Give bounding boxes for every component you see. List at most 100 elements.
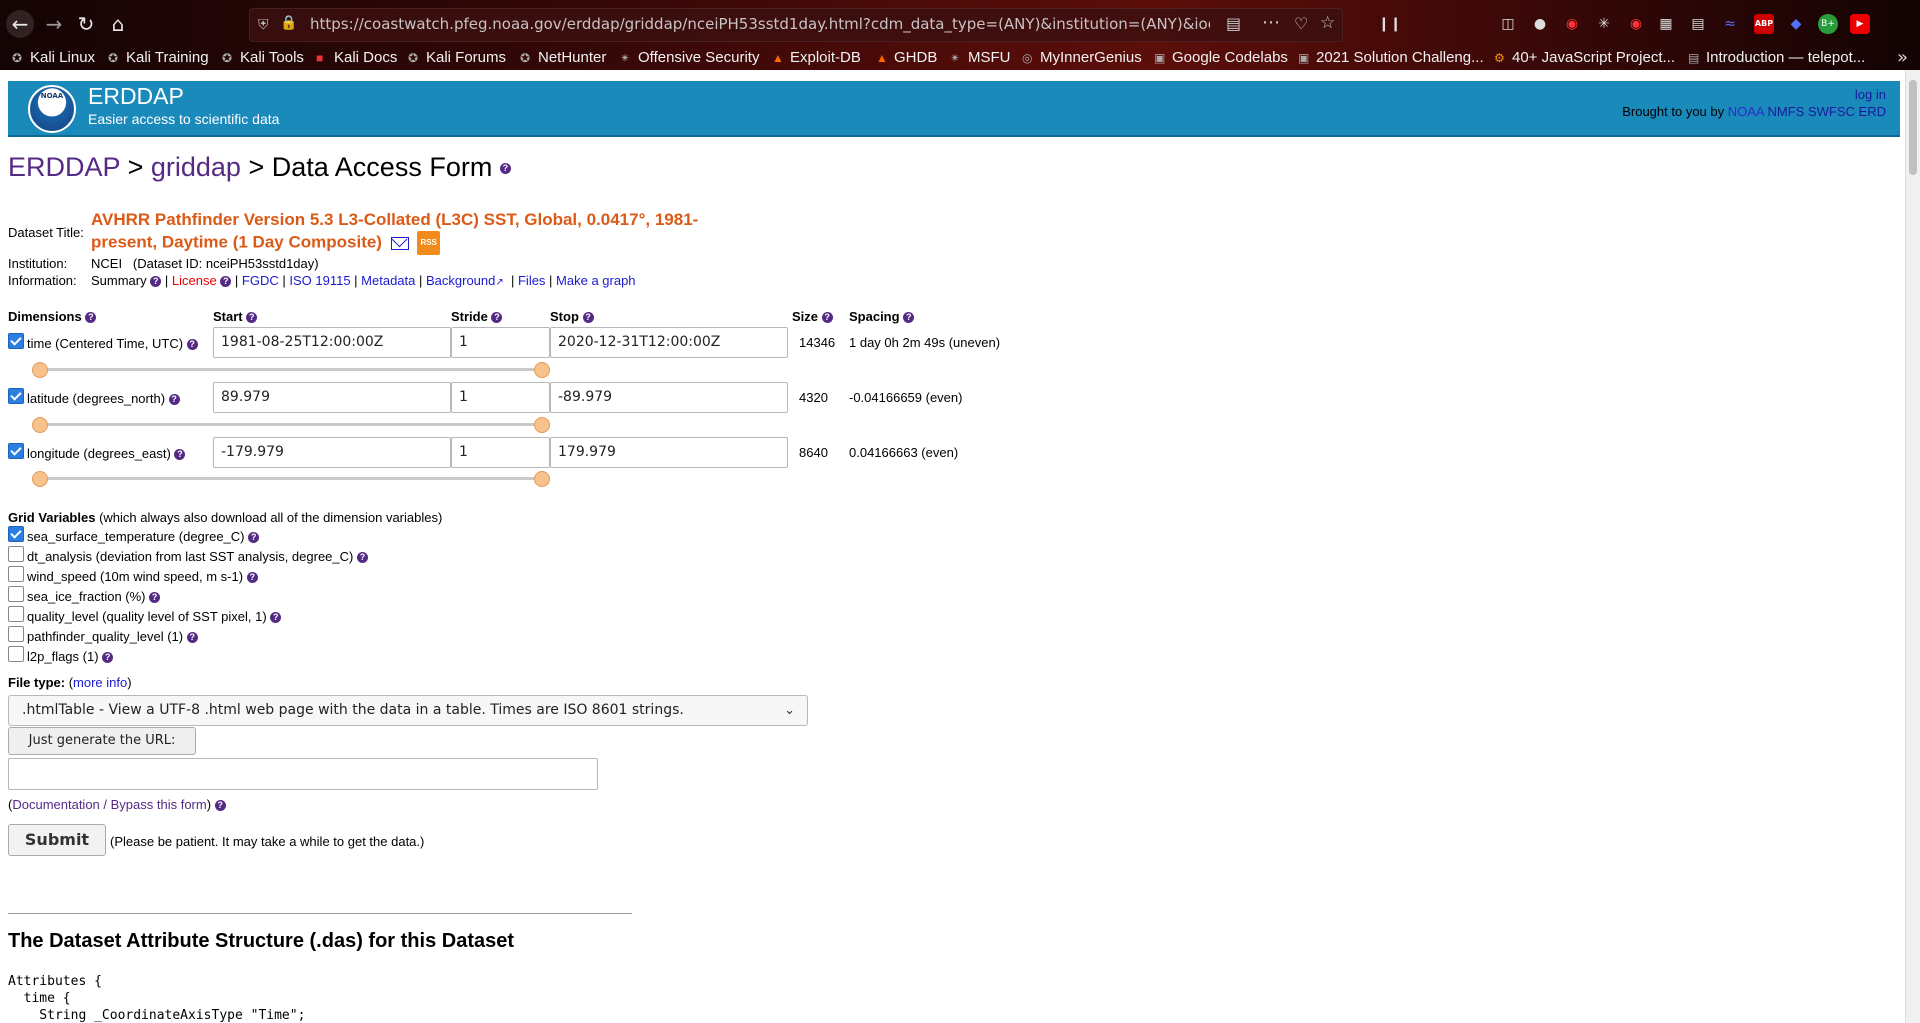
time-start-input[interactable]: 1981-08-25T12:00:00Z bbox=[213, 327, 451, 358]
bookmark-item[interactable]: ✪ NetHunter bbox=[520, 49, 606, 66]
help-icon[interactable]: ? bbox=[102, 652, 114, 664]
help-icon[interactable]: ? bbox=[821, 312, 833, 324]
pocket-icon[interactable]: ♡ bbox=[1294, 14, 1308, 33]
noaa-link[interactable]: NOAA bbox=[1728, 104, 1764, 119]
extension-wave-icon[interactable]: ≈ bbox=[1720, 14, 1740, 34]
bookmarks-overflow-icon[interactable]: » bbox=[1897, 47, 1908, 68]
bookmark-item[interactable]: ▲ Exploit-DB bbox=[772, 49, 861, 66]
bookmark-item[interactable]: ▲ GHDB bbox=[876, 49, 937, 66]
help-icon[interactable]: ? bbox=[246, 572, 258, 584]
help-icon[interactable]: ? bbox=[214, 800, 226, 812]
address-bar[interactable]: ⛨ 🔒 https://coastwatch.pfeg.noaa.gov/erd… bbox=[249, 8, 1343, 42]
help-icon[interactable]: ? bbox=[246, 312, 258, 324]
erd-link[interactable]: ERD bbox=[1859, 104, 1886, 119]
time-stride-input[interactable]: 1 bbox=[451, 327, 550, 358]
url-text[interactable]: https://coastwatch.pfeg.noaa.gov/erddap/… bbox=[310, 15, 1210, 33]
latitude-slider-stop-handle[interactable] bbox=[534, 417, 550, 433]
extension-image-icon[interactable]: ▤ bbox=[1688, 14, 1708, 34]
help-icon[interactable]: ? bbox=[220, 276, 232, 288]
help-icon[interactable]: ? bbox=[174, 449, 186, 461]
latitude-range-slider[interactable] bbox=[32, 417, 550, 433]
metadata-link[interactable]: Metadata bbox=[361, 273, 415, 288]
help-icon[interactable]: ? bbox=[168, 394, 180, 406]
longitude-start-input[interactable]: -179.979 bbox=[213, 437, 451, 468]
file-type-select[interactable]: .htmlTable - View a UTF-8 .html web page… bbox=[8, 695, 808, 726]
longitude-slider-stop-handle[interactable] bbox=[534, 471, 550, 487]
gridvar-checkbox[interactable] bbox=[8, 586, 24, 602]
extension-diamond-icon[interactable]: ◆ bbox=[1786, 14, 1806, 34]
help-icon[interactable]: ? bbox=[248, 532, 260, 544]
latitude-stride-input[interactable]: 1 bbox=[451, 382, 550, 413]
time-range-slider[interactable] bbox=[32, 362, 550, 378]
extension-record-icon[interactable]: ◉ bbox=[1626, 14, 1646, 34]
gridvar-checkbox[interactable] bbox=[8, 646, 24, 662]
gridvar-checkbox[interactable] bbox=[8, 526, 24, 542]
submit-button[interactable]: Submit bbox=[8, 824, 106, 856]
back-arrow-icon[interactable]: ← bbox=[6, 10, 34, 38]
gridvar-checkbox[interactable] bbox=[8, 606, 24, 622]
files-link[interactable]: Files bbox=[518, 273, 545, 288]
time-checkbox[interactable] bbox=[8, 333, 24, 349]
bookmark-item[interactable]: ⚙ 40+ JavaScript Project... bbox=[1494, 49, 1675, 66]
adblock-icon[interactable]: ABP bbox=[1754, 14, 1774, 34]
background-link[interactable]: Background bbox=[426, 273, 495, 288]
bookmark-item[interactable]: ✪ Kali Forums bbox=[408, 49, 506, 66]
home-icon[interactable]: ⌂ bbox=[104, 10, 132, 38]
help-icon[interactable]: ? bbox=[491, 312, 503, 324]
more-info-link[interactable]: more info bbox=[73, 675, 127, 690]
documentation-link[interactable]: Documentation / Bypass this form bbox=[12, 797, 206, 812]
help-icon[interactable]: ? bbox=[270, 612, 282, 624]
latitude-slider-start-handle[interactable] bbox=[32, 417, 48, 433]
latitude-stop-input[interactable]: -89.979 bbox=[550, 382, 788, 413]
help-icon[interactable]: ? bbox=[582, 312, 594, 324]
time-stop-input[interactable]: 2020-12-31T12:00:00Z bbox=[550, 327, 788, 358]
fgdc-link[interactable]: FGDC bbox=[242, 273, 279, 288]
latitude-start-input[interactable]: 89.979 bbox=[213, 382, 451, 413]
gridvar-checkbox[interactable] bbox=[8, 546, 24, 562]
bookmark-item[interactable]: ■ Kali Docs bbox=[316, 49, 397, 66]
longitude-range-slider[interactable] bbox=[32, 471, 550, 487]
help-icon[interactable]: ? bbox=[150, 276, 162, 288]
time-slider-stop-handle[interactable] bbox=[534, 362, 550, 378]
longitude-slider-start-handle[interactable] bbox=[32, 471, 48, 487]
bookmark-item[interactable]: ✪ Kali Linux bbox=[12, 49, 95, 66]
bookmark-item[interactable]: ✪ Kali Tools bbox=[222, 49, 304, 66]
latitude-checkbox[interactable] bbox=[8, 388, 24, 404]
help-icon[interactable]: ? bbox=[186, 632, 198, 644]
help-icon[interactable]: ? bbox=[149, 592, 161, 604]
breadcrumb-griddap[interactable]: griddap bbox=[151, 152, 241, 182]
gridvar-checkbox[interactable] bbox=[8, 566, 24, 582]
noaa-logo[interactable]: NOAA bbox=[28, 85, 76, 133]
extension-feather-icon[interactable]: ✳ bbox=[1594, 14, 1614, 34]
longitude-stride-input[interactable]: 1 bbox=[451, 437, 550, 468]
scrollbar-thumb[interactable] bbox=[1909, 80, 1917, 175]
help-icon[interactable]: ? bbox=[85, 312, 97, 324]
email-subscribe-icon[interactable] bbox=[390, 236, 409, 250]
bookmark-item[interactable]: ✴ Offensive Security bbox=[620, 49, 759, 66]
gridvar-checkbox[interactable] bbox=[8, 626, 24, 642]
generated-url-field[interactable] bbox=[8, 758, 598, 790]
bookmark-item[interactable]: ✴ MSFU bbox=[950, 49, 1011, 66]
help-icon[interactable]: ? bbox=[903, 312, 915, 324]
rss-icon[interactable]: RSS bbox=[417, 231, 440, 255]
extension-play-icon[interactable]: ▶ bbox=[1850, 14, 1870, 34]
help-icon[interactable]: ? bbox=[186, 339, 198, 351]
page-actions-icon[interactable]: ⋯ bbox=[1262, 12, 1281, 33]
help-icon[interactable]: ? bbox=[356, 552, 368, 564]
bookmark-item[interactable]: ▤ Introduction — telepot... bbox=[1688, 49, 1865, 66]
generate-url-button[interactable]: Just generate the URL: bbox=[8, 727, 196, 755]
extension-green-icon[interactable]: B+ bbox=[1818, 14, 1838, 34]
make-graph-link[interactable]: Make a graph bbox=[556, 273, 636, 288]
lock-icon[interactable]: 🔒 bbox=[280, 15, 297, 31]
swfsc-link[interactable]: SWFSC bbox=[1808, 104, 1855, 119]
longitude-checkbox[interactable] bbox=[8, 443, 24, 459]
bookmark-star-icon[interactable]: ☆ bbox=[1320, 13, 1335, 33]
iso-link[interactable]: ISO 19115 bbox=[289, 273, 350, 288]
breadcrumb-erddap[interactable]: ERDDAP bbox=[8, 152, 120, 182]
login-link[interactable]: log in bbox=[1855, 87, 1886, 102]
bookmark-item[interactable]: ▣ Google Codelabs bbox=[1154, 49, 1288, 66]
page-scrollbar[interactable] bbox=[1905, 70, 1920, 1023]
nmfs-link[interactable]: NMFS bbox=[1768, 104, 1805, 119]
forward-arrow-icon[interactable]: → bbox=[40, 10, 68, 38]
help-icon[interactable]: ? bbox=[499, 163, 511, 175]
